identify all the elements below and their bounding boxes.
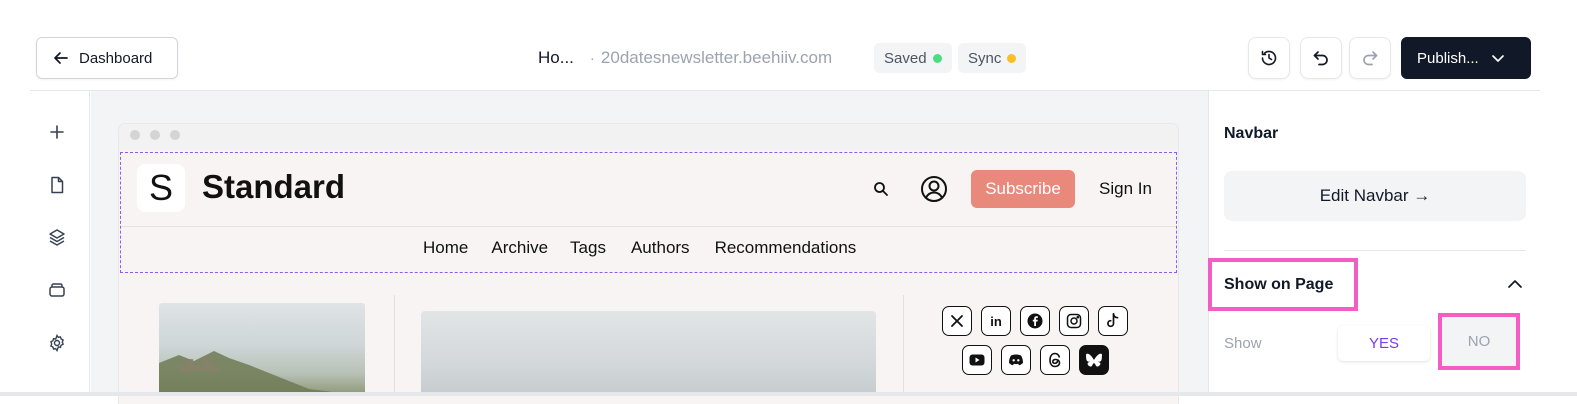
layers-button[interactable] bbox=[46, 226, 68, 248]
publish-button[interactable]: Publish... bbox=[1401, 37, 1531, 79]
settings-button[interactable] bbox=[46, 332, 68, 354]
plus-icon bbox=[49, 124, 65, 140]
sync-status-badge[interactable]: Sync bbox=[958, 43, 1027, 73]
facebook-icon[interactable] bbox=[1020, 306, 1050, 336]
show-no-button[interactable]: NO bbox=[1442, 317, 1516, 366]
sync-dot-icon bbox=[1007, 53, 1017, 63]
window-dot-icon bbox=[150, 130, 160, 140]
redo-icon bbox=[1361, 49, 1379, 67]
publish-label: Publish... bbox=[1417, 49, 1479, 67]
history-icon bbox=[1260, 49, 1278, 67]
layers-icon bbox=[48, 228, 66, 246]
undo-button[interactable] bbox=[1300, 37, 1342, 79]
bluesky-icon[interactable] bbox=[1079, 345, 1109, 375]
back-to-dashboard-button[interactable]: Dashboard bbox=[36, 37, 178, 79]
column-divider bbox=[903, 295, 904, 396]
preview-window-bar bbox=[119, 124, 1178, 150]
back-button-label: Dashboard bbox=[79, 49, 153, 67]
linkedin-icon[interactable]: in bbox=[981, 306, 1011, 336]
archive-icon bbox=[48, 282, 66, 298]
window-dot-icon bbox=[170, 130, 180, 140]
post-thumbnail-image[interactable] bbox=[159, 303, 365, 396]
tiktok-icon[interactable] bbox=[1098, 306, 1128, 336]
redo-button[interactable] bbox=[1349, 37, 1391, 79]
show-yes-button[interactable]: YES bbox=[1338, 325, 1430, 361]
undo-icon bbox=[1312, 49, 1330, 67]
arrow-left-icon bbox=[53, 50, 69, 66]
site-domain: 20datesnewsletter.beehiiv.com bbox=[600, 48, 833, 67]
sync-label: Sync bbox=[968, 49, 1002, 67]
saved-dot-icon bbox=[932, 53, 942, 63]
add-block-button[interactable] bbox=[46, 121, 68, 143]
chevron-up-icon[interactable] bbox=[1506, 277, 1524, 291]
page-icon bbox=[49, 176, 65, 194]
archive-button[interactable] bbox=[46, 279, 68, 301]
edit-navbar-label: Edit Navbar → bbox=[1319, 186, 1431, 205]
document-title-area: Ho... · 20datesnewsletter.beehiiv.com bbox=[538, 44, 832, 72]
column-divider bbox=[394, 295, 395, 396]
panel-divider bbox=[1224, 250, 1526, 251]
page-title[interactable]: Ho... bbox=[538, 48, 574, 68]
window-dot-icon bbox=[130, 130, 140, 140]
show-on-page-section-title[interactable]: Show on Page bbox=[1224, 276, 1333, 294]
x-icon[interactable] bbox=[942, 306, 972, 336]
pages-button[interactable] bbox=[46, 174, 68, 196]
saved-label: Saved bbox=[884, 49, 927, 67]
bottom-edge bbox=[0, 392, 1577, 396]
navbar-selection-outline[interactable] bbox=[120, 152, 1177, 273]
discord-icon[interactable] bbox=[1001, 345, 1031, 375]
instagram-icon[interactable] bbox=[1059, 306, 1089, 336]
saved-status-badge: Saved bbox=[874, 43, 952, 73]
show-label: Show bbox=[1224, 335, 1262, 352]
gear-icon bbox=[48, 334, 66, 352]
title-separator: · bbox=[589, 49, 595, 67]
chevron-down-icon bbox=[1491, 51, 1505, 65]
youtube-icon[interactable] bbox=[962, 345, 992, 375]
featured-post-image[interactable] bbox=[421, 311, 876, 396]
edit-navbar-button[interactable]: Edit Navbar → bbox=[1224, 171, 1526, 221]
panel-title: Navbar bbox=[1224, 125, 1279, 142]
threads-icon[interactable] bbox=[1040, 345, 1070, 375]
history-button[interactable] bbox=[1248, 37, 1290, 79]
